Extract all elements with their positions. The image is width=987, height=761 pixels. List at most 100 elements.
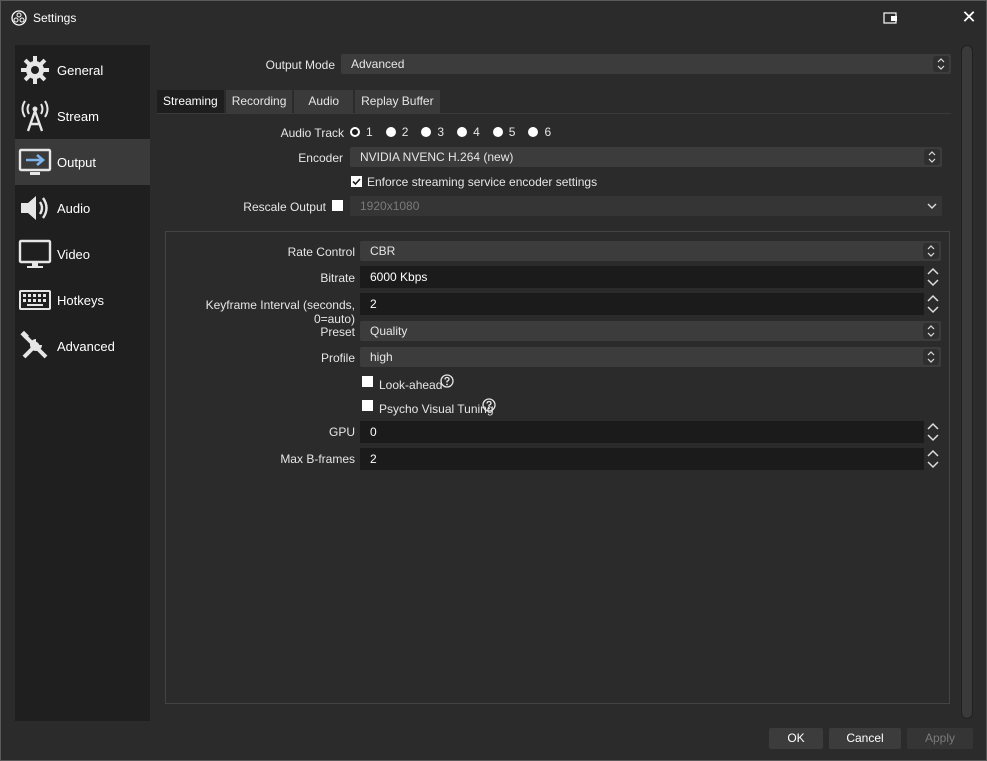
sidebar-item-general[interactable]: General	[15, 47, 150, 93]
output-mode-value: Advanced	[351, 57, 405, 71]
sidebar-item-label: General	[57, 62, 104, 78]
rescale-select[interactable]: 1920x1080	[350, 196, 942, 216]
bitrate-label: Bitrate	[320, 271, 355, 285]
sidebar-item-label: Video	[57, 246, 91, 262]
sidebar-item-label: Audio	[57, 200, 91, 216]
updown-arrows-icon	[923, 243, 939, 259]
spin-arrows-icon[interactable]	[924, 293, 942, 315]
tab-replay-buffer[interactable]: Replay Buffer	[355, 90, 440, 113]
updown-arrows-icon	[923, 323, 939, 339]
audio-track-radio-6[interactable]	[528, 127, 539, 137]
help-icon[interactable]	[482, 398, 496, 412]
output-mode-label: Output Mode	[265, 58, 335, 72]
tab-divider	[157, 113, 951, 114]
audio-track-label: Audio Track	[280, 126, 344, 140]
obs-logo-icon	[11, 10, 27, 26]
cancel-button[interactable]: Cancel	[829, 728, 901, 749]
audio-track-option-label: 6	[544, 125, 552, 139]
encoder-label: Encoder	[298, 151, 343, 165]
close-icon[interactable]: ✕	[961, 8, 977, 26]
bitrate-value: 6000 Kbps	[370, 270, 428, 284]
preset-value: Quality	[370, 324, 408, 338]
sidebar-item-output[interactable]: Output	[15, 139, 150, 185]
sidebar-item-label: Output	[57, 154, 97, 170]
audio-track-radio-4[interactable]	[457, 127, 468, 137]
keyboard-icon	[19, 290, 51, 310]
audio-track-option-label: 4	[473, 125, 480, 139]
output-tabs: Streaming Recording Audio Replay Buffer	[157, 90, 442, 113]
enforce-checkbox[interactable]	[351, 176, 362, 187]
gear-icon	[21, 56, 49, 84]
lookahead-checkbox[interactable]	[362, 376, 373, 387]
rate-control-label: Rate Control	[287, 245, 355, 259]
audio-track-radio-1[interactable]	[350, 127, 360, 137]
help-icon[interactable]	[440, 374, 454, 388]
spin-arrows-icon[interactable]	[924, 266, 942, 288]
updown-arrows-icon	[933, 56, 949, 72]
profile-select[interactable]: high	[360, 347, 941, 367]
audio-track-radio-5[interactable]	[492, 127, 503, 137]
sidebar-item-stream[interactable]: Stream	[15, 93, 150, 139]
audio-track-option-label: 1	[366, 125, 373, 139]
gpu-spinbox[interactable]: 0	[360, 421, 942, 443]
audio-track-radios: 1 2 3 4 5 6	[350, 125, 564, 139]
updown-arrows-icon	[923, 349, 939, 365]
tab-audio[interactable]: Audio	[294, 90, 354, 113]
rate-control-select[interactable]: CBR	[360, 241, 941, 261]
keyframe-spinbox[interactable]: 2	[360, 293, 942, 315]
antenna-icon	[21, 100, 49, 132]
output-mode-select[interactable]: Advanced	[341, 54, 951, 74]
spin-arrows-icon[interactable]	[924, 421, 942, 443]
settings-window: Settings ✕ General Stream Output Audio V…	[0, 0, 987, 761]
bframes-value: 2	[370, 452, 377, 466]
sidebar-item-advanced[interactable]: Advanced	[15, 323, 150, 369]
speaker-icon	[21, 196, 48, 220]
profile-label: Profile	[320, 351, 355, 365]
encoder-select[interactable]: NVIDIA NVENC H.264 (new)	[350, 147, 942, 167]
lookahead-label: Look-ahead	[379, 378, 443, 392]
gpu-label: GPU	[328, 425, 355, 439]
keyframe-label: Keyframe Interval (seconds, 0=auto)	[205, 298, 355, 326]
sidebar-item-label: Stream	[57, 108, 99, 124]
profile-value: high	[370, 350, 393, 364]
sidebar-item-label: Hotkeys	[57, 292, 104, 308]
rescale-checkbox[interactable]	[332, 200, 343, 211]
enforce-label: Enforce streaming service encoder settin…	[367, 175, 598, 189]
title-bar: Settings ✕	[1, 1, 986, 35]
gpu-value: 0	[370, 425, 377, 439]
tools-icon	[20, 330, 48, 359]
vertical-scrollbar[interactable]	[961, 45, 973, 719]
sidebar-item-hotkeys[interactable]: Hotkeys	[15, 277, 150, 323]
audio-track-option-label: 3	[437, 125, 445, 139]
bframes-label: Max B-frames	[280, 452, 355, 466]
sidebar: General Stream Output Audio Video Hotkey…	[15, 45, 150, 721]
psycho-visual-checkbox[interactable]	[362, 400, 373, 411]
restore-window-icon[interactable]	[883, 11, 899, 25]
sidebar-item-video[interactable]: Video	[15, 231, 150, 277]
spin-arrows-icon[interactable]	[924, 448, 942, 470]
monitor-icon	[18, 239, 52, 268]
preset-label: Preset	[320, 325, 355, 339]
audio-track-option-label: 5	[508, 125, 516, 139]
rescale-value: 1920x1080	[360, 199, 420, 213]
window-title: Settings	[33, 11, 77, 25]
rate-control-value: CBR	[370, 244, 396, 258]
monitor-arrow-icon	[18, 148, 52, 175]
ok-button[interactable]: OK	[769, 728, 823, 749]
audio-track-option-label: 2	[401, 125, 409, 139]
rescale-label: Rescale Output	[243, 200, 326, 214]
sidebar-item-audio[interactable]: Audio	[15, 185, 150, 231]
bframes-spinbox[interactable]: 2	[360, 448, 942, 470]
bitrate-spinbox[interactable]: 6000 Kbps	[360, 266, 942, 288]
audio-track-radio-2[interactable]	[385, 127, 396, 137]
encoder-value: NVIDIA NVENC H.264 (new)	[360, 150, 514, 164]
preset-select[interactable]: Quality	[360, 321, 941, 341]
sidebar-item-label: Advanced	[57, 338, 115, 354]
audio-track-radio-3[interactable]	[421, 127, 432, 137]
scrollbar-thumb[interactable]	[962, 46, 972, 718]
tab-recording[interactable]: Recording	[225, 90, 293, 113]
tab-streaming[interactable]: Streaming	[157, 90, 224, 113]
apply-button[interactable]: Apply	[907, 728, 973, 749]
updown-arrows-icon	[924, 149, 940, 165]
keyframe-value: 2	[370, 297, 377, 311]
